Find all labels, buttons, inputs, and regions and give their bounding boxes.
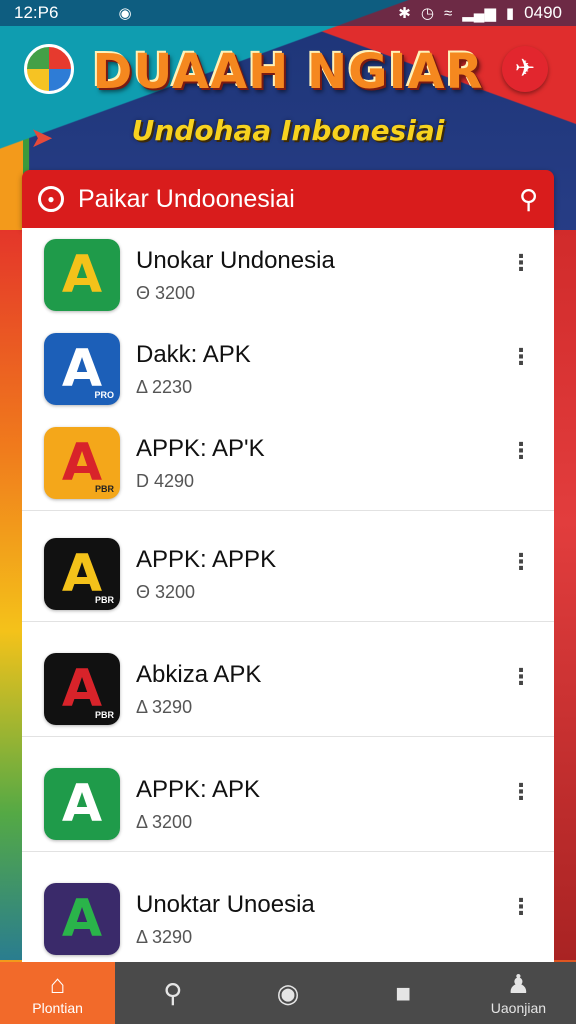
app-meta: Δ 3290 — [136, 696, 193, 717]
signal-icon: ▂▄▆ — [462, 4, 496, 22]
nav-label: Uaonjian — [490, 999, 547, 1016]
app-name: APPK: AP'K — [136, 434, 265, 462]
list-group: A APPK: APK Δ 3200 ⋮ — [22, 737, 554, 852]
list-group: A Unokar Undonesia Θ 3200 ⋮ A PRO Dakk: … — [22, 228, 554, 511]
app-icon-tag: PBR — [94, 710, 114, 720]
app-meta: Δ 3200 — [136, 811, 193, 832]
bottom-nav: ⌂ Plontian ⚲ ◉ ■ ♟ Uaonjian — [0, 962, 576, 1024]
app-meta: D 4290 — [136, 470, 195, 491]
status-bar: 12:P6 ◉ ✱ ◷ ≈ ▂▄▆ ▮ 0490 — [0, 0, 576, 26]
search-icon: ⚲ — [163, 978, 183, 1008]
app-text: APPK: APPK Θ 3200 — [136, 546, 554, 603]
app-name: APPK: APK — [136, 775, 261, 803]
search-header-bar[interactable]: ● Paikar Undoonesiai ⚲ — [22, 170, 554, 228]
circle-icon: ◉ — [276, 978, 300, 1008]
more-vert-icon[interactable]: ⋮ — [510, 896, 532, 918]
app-name: Dakk: APK — [136, 340, 251, 368]
nav-label: Plontian — [32, 999, 83, 1016]
more-vert-icon[interactable]: ⋮ — [510, 551, 532, 573]
wifi-icon: ≈ — [443, 4, 453, 22]
battery-icon: ▮ — [505, 4, 515, 22]
app-logo-icon: A — [61, 889, 103, 949]
header-banner: DUAAH NGIAR ✈ ➤ Undohaa Inbonesiai — [0, 26, 576, 176]
app-list: A Unokar Undonesia Θ 3200 ⋮ A PRO Dakk: … — [22, 228, 554, 962]
list-item[interactable]: A APPK: APK Δ 3200 ⋮ — [22, 757, 554, 851]
nav-item-home-button[interactable]: ◉ — [230, 962, 345, 1024]
app-icon: A PRO — [44, 333, 120, 405]
notification-icon: ◉ — [118, 4, 132, 22]
app-icon-tag: PBR — [94, 595, 114, 605]
more-vert-icon[interactable]: ⋮ — [510, 346, 532, 368]
app-logo-icon: A — [61, 659, 103, 719]
list-group: A Unoktar Unoesia Δ 3290 ⋮ — [22, 852, 554, 962]
app-logo-icon: A — [61, 433, 103, 493]
list-item[interactable]: A PBR APPK: APPK Θ 3200 ⋮ — [22, 527, 554, 621]
list-item[interactable]: A PBR Abkiza APK Δ 3290 ⋮ — [22, 642, 554, 736]
list-item[interactable]: A PBR APPK: AP'K D 4290 ⋮ — [22, 416, 554, 510]
app-meta: Θ 3200 — [136, 581, 196, 602]
app-text: Dakk: APK Δ 2230 — [136, 341, 554, 398]
list-item[interactable]: A Unokar Undonesia Θ 3200 ⋮ — [22, 228, 554, 322]
bluetooth-icon: ✱ — [398, 4, 411, 22]
status-battery-text: 0490 — [524, 3, 562, 22]
app-name: Unokar Undonesia — [136, 246, 335, 274]
list-item[interactable]: A Unoktar Unoesia Δ 3290 ⋮ — [22, 872, 554, 962]
more-vert-icon[interactable]: ⋮ — [510, 252, 532, 274]
app-name: Unoktar Unoesia — [136, 890, 315, 918]
more-vert-icon[interactable]: ⋮ — [510, 440, 532, 462]
profile-icon: ♟ — [506, 968, 531, 999]
list-item[interactable]: A PRO Dakk: APK Δ 2230 ⋮ — [22, 322, 554, 416]
app-text: Unoktar Unoesia Δ 3290 — [136, 891, 554, 948]
app-icon: A — [44, 768, 120, 840]
app-name: Abkiza APK — [136, 660, 262, 688]
app-name: APPK: APPK — [136, 545, 277, 573]
nav-item-search[interactable]: ⚲ — [115, 962, 230, 1024]
status-time: 12:P6 — [14, 3, 59, 22]
airplane-icon[interactable]: ✈ — [502, 46, 548, 92]
app-icon: A PBR — [44, 538, 120, 610]
list-group: A PBR APPK: APPK Θ 3200 ⋮ — [22, 511, 554, 622]
more-vert-icon[interactable]: ⋮ — [510, 781, 532, 803]
app-icon-tag: PBR — [94, 484, 114, 494]
nav-item-recent[interactable]: ■ — [346, 962, 461, 1024]
app-logo-icon: A — [61, 339, 103, 399]
search-bar-title: Paikar Undoonesiai — [78, 184, 295, 213]
home-icon: ⌂ — [49, 968, 66, 999]
app-meta: Θ 3200 — [136, 282, 196, 303]
app-icon: A — [44, 239, 120, 311]
app-logo-icon: A — [61, 544, 103, 604]
app-logo-icon: A — [61, 245, 103, 305]
page-subtitle: Undohaa Inbonesiai — [131, 114, 445, 147]
app-icon: A PBR — [44, 653, 120, 725]
app-icon: A PBR — [44, 427, 120, 499]
app-text: Abkiza APK Δ 3290 — [136, 661, 554, 718]
app-icon-tag: PRO — [94, 390, 114, 400]
nav-item-profile[interactable]: ♟ Uaonjian — [461, 962, 576, 1024]
refresh-icon: ● — [38, 186, 64, 212]
square-icon: ■ — [395, 978, 412, 1008]
app-logo-icon: A — [61, 774, 103, 834]
app-meta: Δ 2230 — [136, 376, 193, 397]
app-text: APPK: AP'K D 4290 — [136, 435, 554, 492]
app-text: Unokar Undonesia Θ 3200 — [136, 247, 554, 304]
list-group: A PBR Abkiza APK Δ 3290 ⋮ — [22, 622, 554, 737]
nav-item-home[interactable]: ⌂ Plontian — [0, 962, 116, 1024]
alarm-icon: ◷ — [420, 4, 434, 22]
app-meta: Δ 3290 — [136, 926, 193, 947]
app-text: APPK: APK Δ 3200 — [136, 776, 554, 833]
more-vert-icon[interactable]: ⋮ — [510, 666, 532, 688]
page-title: DUAAH NGIAR — [92, 44, 484, 100]
search-icon[interactable]: ⚲ — [519, 184, 538, 215]
app-icon: A — [44, 883, 120, 955]
